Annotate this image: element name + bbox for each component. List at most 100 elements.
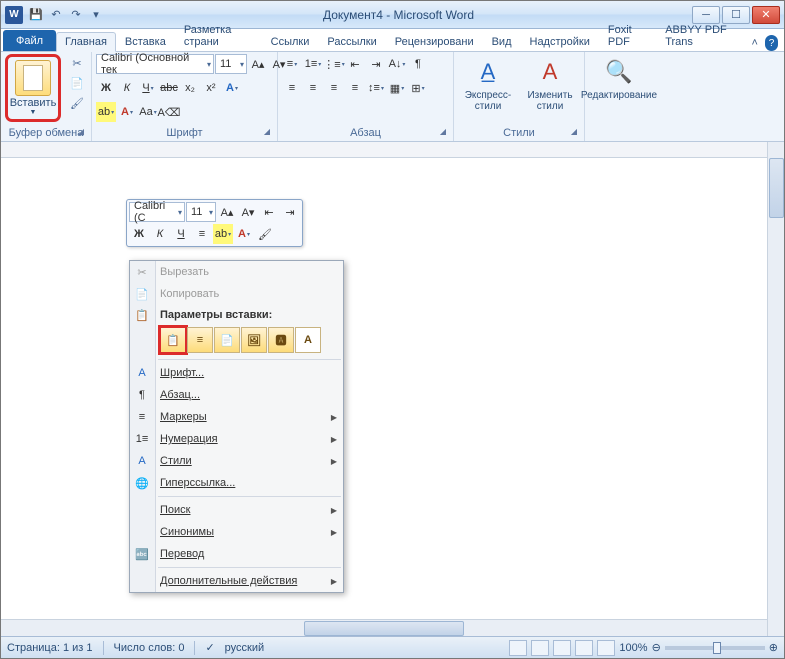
mini-grow-font[interactable]: A▴ [217, 202, 237, 222]
document-area[interactable] [1, 142, 767, 636]
grow-font-icon[interactable]: A▴ [248, 54, 268, 74]
horizontal-scrollbar[interactable] [1, 619, 767, 636]
dialog-launcher-icon[interactable]: ◢ [261, 127, 273, 139]
italic-button[interactable]: К [117, 78, 137, 98]
tab-foxit[interactable]: Foxit PDF [599, 20, 656, 51]
menu-search[interactable]: Поиск▶ [130, 499, 343, 521]
qat-customize-icon[interactable]: ▾ [87, 6, 105, 24]
sort-button[interactable]: A↓ [387, 54, 407, 74]
paste-text-only[interactable]: A [295, 327, 321, 353]
view-web[interactable] [553, 640, 571, 656]
numbering-button[interactable]: 1≡ [303, 54, 323, 74]
shading-button[interactable]: ▦ [387, 78, 407, 98]
qat-redo-icon[interactable]: ↷ [67, 6, 85, 24]
view-full-screen[interactable] [531, 640, 549, 656]
zoom-in-button[interactable]: ⊕ [769, 641, 778, 654]
minimize-ribbon-icon[interactable]: ˄ [748, 35, 761, 51]
tab-insert[interactable]: Вставка [116, 32, 175, 51]
change-styles-button[interactable]: A Изменить стили [520, 54, 580, 114]
superscript-button[interactable]: x² [201, 78, 221, 98]
format-painter-icon[interactable]: 🖌 [67, 94, 87, 112]
mini-underline[interactable]: Ч [171, 224, 191, 244]
spellcheck-icon[interactable]: ✓ [205, 641, 214, 654]
strike-button[interactable]: abc [159, 78, 179, 98]
qat-undo-icon[interactable]: ↶ [47, 6, 65, 24]
decrease-indent-icon[interactable]: ⇤ [345, 54, 365, 74]
mini-font-color[interactable]: A [234, 224, 254, 244]
increase-indent-icon[interactable]: ⇥ [366, 54, 386, 74]
menu-paragraph[interactable]: ¶Абзац... [130, 384, 343, 406]
view-print-layout[interactable] [509, 640, 527, 656]
dialog-launcher-icon[interactable]: ◢ [75, 127, 87, 139]
align-left-icon[interactable]: ≡ [282, 78, 302, 98]
align-center-icon[interactable]: ≡ [303, 78, 323, 98]
horizontal-ruler[interactable] [1, 142, 767, 158]
menu-styles[interactable]: AСтили▶ [130, 450, 343, 472]
mini-indent-inc[interactable]: ⇥ [280, 202, 300, 222]
paste-keep-source[interactable]: 📋 [160, 327, 186, 353]
mini-italic[interactable]: К [150, 224, 170, 244]
paste-merge-format[interactable]: ≡ [187, 327, 213, 353]
multilevel-button[interactable]: ⋮≡ [324, 54, 344, 74]
zoom-out-button[interactable]: ⊖ [652, 641, 661, 654]
mini-shrink-font[interactable]: A▾ [238, 202, 258, 222]
change-case-button[interactable]: Aa [138, 102, 158, 122]
view-draft[interactable] [597, 640, 615, 656]
underline-button[interactable]: Ч [138, 78, 158, 98]
align-right-icon[interactable]: ≡ [324, 78, 344, 98]
font-size-combo[interactable]: 11 [215, 54, 247, 74]
menu-font[interactable]: AШрифт... [130, 362, 343, 384]
paste-picture[interactable]: 🖼 [241, 327, 267, 353]
zoom-level[interactable]: 100% [619, 642, 647, 654]
dialog-launcher-icon[interactable]: ◢ [568, 127, 580, 139]
bullets-button[interactable]: ≡ [282, 54, 302, 74]
editing-button[interactable]: 🔍 Редактирование [589, 54, 649, 103]
justify-icon[interactable]: ≡ [345, 78, 365, 98]
clear-formatting-icon[interactable]: A⌫ [159, 102, 179, 122]
paste-keep-text[interactable]: 🅰 [268, 327, 294, 353]
tab-addins[interactable]: Надстройки [521, 32, 599, 51]
app-icon[interactable]: W [5, 6, 23, 24]
paste-button[interactable]: Вставить ▼ [9, 58, 57, 118]
tab-review[interactable]: Рецензировани [386, 32, 483, 51]
dialog-launcher-icon[interactable]: ◢ [437, 127, 449, 139]
cut-icon[interactable]: ✂ [67, 54, 87, 72]
tab-view[interactable]: Вид [483, 32, 521, 51]
font-name-combo[interactable]: Calibri (Основной тек [96, 54, 214, 74]
menu-translate[interactable]: 🔤Перевод [130, 543, 343, 565]
tab-references[interactable]: Ссылки [262, 32, 319, 51]
bold-button[interactable]: Ж [96, 78, 116, 98]
status-word-count[interactable]: Число слов: 0 [114, 642, 185, 654]
highlight-button[interactable]: ab [96, 102, 116, 122]
line-spacing-button[interactable]: ↕≡ [366, 78, 386, 98]
menu-numbering[interactable]: 1≡Нумерация▶ [130, 428, 343, 450]
vertical-scrollbar[interactable] [767, 142, 784, 636]
help-icon[interactable]: ? [765, 35, 778, 51]
copy-icon[interactable]: 📄 [67, 74, 87, 92]
paste-use-dest[interactable]: 📄 [214, 327, 240, 353]
zoom-slider[interactable] [665, 646, 765, 650]
tab-mailings[interactable]: Рассылки [318, 32, 385, 51]
quick-styles-button[interactable]: A̲ Экспресс-стили [458, 54, 518, 114]
mini-font-combo[interactable]: Calibri (С [129, 202, 185, 222]
mini-align-center[interactable]: ≡ [192, 224, 212, 244]
menu-additional-actions[interactable]: Дополнительные действия▶ [130, 570, 343, 592]
menu-bullets[interactable]: ≡Маркеры▶ [130, 406, 343, 428]
mini-indent-dec[interactable]: ⇤ [259, 202, 279, 222]
mini-bold[interactable]: Ж [129, 224, 149, 244]
close-button[interactable]: ✕ [752, 6, 780, 24]
mini-highlight[interactable]: ab [213, 224, 233, 244]
tab-layout[interactable]: Разметка страни [175, 20, 262, 51]
mini-format-painter[interactable]: 🖌 [255, 224, 275, 244]
mini-size-combo[interactable]: 11 [186, 202, 216, 222]
font-color-button[interactable]: A [117, 102, 137, 122]
view-outline[interactable] [575, 640, 593, 656]
borders-button[interactable]: ⊞ [408, 78, 428, 98]
show-marks-icon[interactable]: ¶ [408, 54, 428, 74]
subscript-button[interactable]: x₂ [180, 78, 200, 98]
qat-save-icon[interactable]: 💾 [27, 6, 45, 24]
menu-hyperlink[interactable]: 🌐Гиперссылка... [130, 472, 343, 494]
menu-synonyms[interactable]: Синонимы▶ [130, 521, 343, 543]
text-effects-button[interactable]: A [222, 78, 242, 98]
tab-abbyy[interactable]: ABBYY PDF Trans [656, 20, 748, 51]
